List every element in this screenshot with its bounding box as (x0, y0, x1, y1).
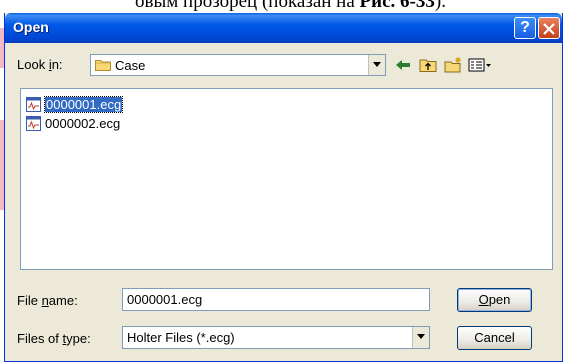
list-item[interactable]: 0000002.ecg (25, 115, 120, 132)
file-type-label: Files of type: (17, 331, 91, 346)
close-button[interactable] (538, 17, 560, 39)
dialog-title: Open (13, 19, 49, 35)
file-name: 0000001.ecg (43, 96, 124, 113)
close-icon (543, 23, 555, 35)
file-type-combo[interactable]: Holter Files (*.ecg) (122, 326, 430, 349)
open-dialog: Open ? Look in: Case 0000001.ecg 0000002… (4, 13, 563, 362)
look-in-value: Case (115, 58, 146, 73)
look-in-dropdown-button[interactable] (368, 55, 385, 75)
cancel-button[interactable]: Cancel (457, 326, 532, 350)
back-icon[interactable] (394, 57, 412, 73)
chevron-down-icon (373, 62, 381, 67)
view-menu-icon[interactable] (468, 57, 492, 73)
file-type-value: Holter Files (*.ecg) (127, 330, 235, 345)
open-button[interactable]: Open (457, 288, 532, 312)
file-name-label: File name: (17, 293, 78, 308)
background-document-text: овым прозорец (показан на Рис. 6-33). (135, 0, 446, 12)
file-list[interactable]: 0000001.ecg 0000002.ecg (20, 88, 553, 270)
file-name-field[interactable]: 0000001.ecg (122, 288, 430, 311)
file-type-dropdown-button[interactable] (412, 327, 429, 348)
folder-icon (95, 60, 111, 71)
ecg-file-icon (26, 116, 41, 131)
new-folder-icon[interactable] (444, 57, 462, 73)
look-in-label: Look in: (17, 57, 63, 72)
list-item[interactable]: 0000001.ecg (25, 96, 124, 113)
up-folder-icon[interactable] (419, 57, 437, 73)
ecg-file-icon (26, 97, 41, 112)
file-name: 0000002.ecg (45, 116, 121, 131)
look-in-combo[interactable]: Case (90, 54, 386, 76)
help-button[interactable]: ? (514, 17, 536, 39)
chevron-down-icon (417, 334, 425, 339)
title-bar: Open ? (5, 13, 562, 43)
